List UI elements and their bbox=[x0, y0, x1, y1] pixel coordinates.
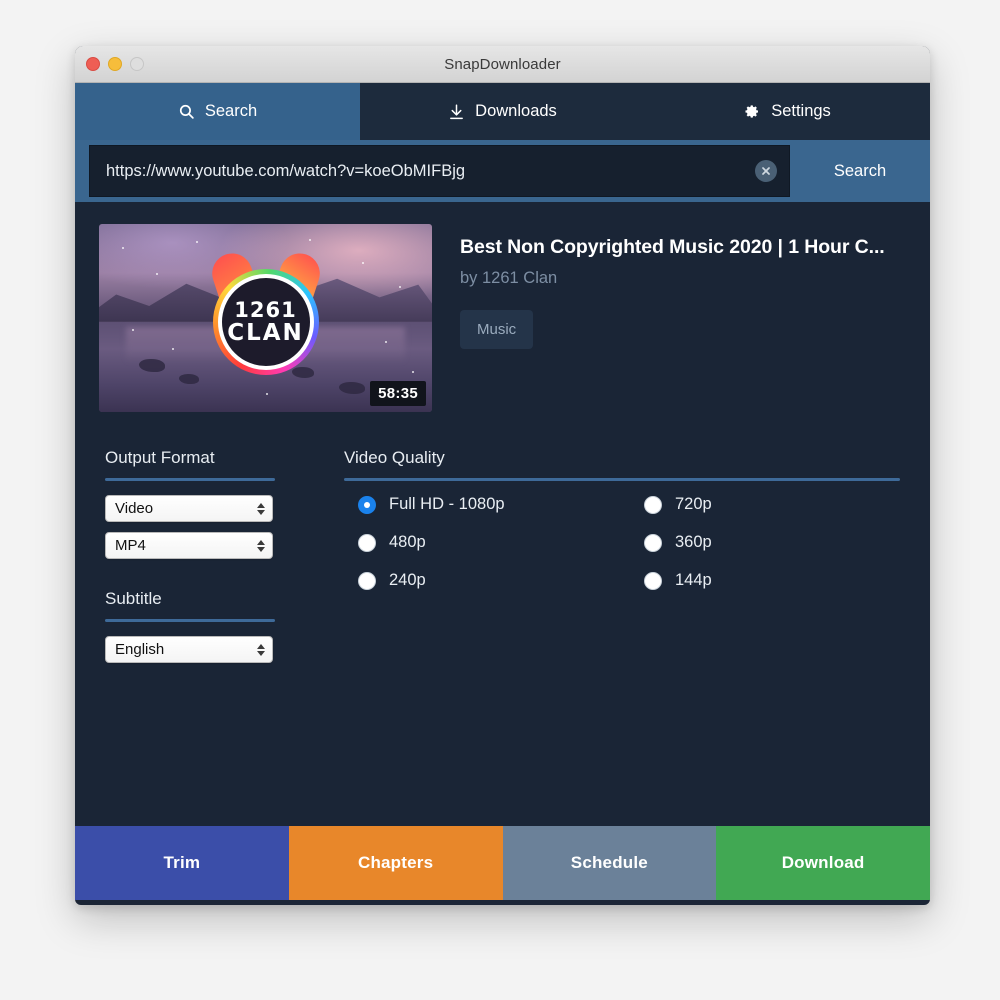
video-author: by 1261 Clan bbox=[460, 269, 558, 287]
title-bar: SnapDownloader bbox=[75, 46, 930, 83]
search-button[interactable]: Search bbox=[790, 140, 930, 202]
thumbnail-star bbox=[265, 393, 268, 396]
video-duration-badge: 58:35 bbox=[370, 381, 426, 406]
quality-label: Full HD - 1080p bbox=[389, 495, 505, 513]
radio-icon[interactable] bbox=[358, 533, 376, 552]
quality-label: 360p bbox=[675, 533, 712, 551]
video-quality-label: Video Quality bbox=[344, 448, 445, 467]
thumbnail-star bbox=[412, 370, 415, 373]
quality-label: 480p bbox=[389, 533, 426, 551]
quality-label: 720p bbox=[675, 495, 712, 513]
thumbnail-star bbox=[195, 240, 198, 243]
channel-logo: 1261 CLAN bbox=[206, 248, 325, 376]
thumbnail-star bbox=[398, 286, 401, 289]
quality-option-1080p[interactable]: Full HD - 1080p bbox=[358, 495, 644, 514]
trim-button[interactable]: Trim bbox=[75, 826, 289, 900]
video-quality-column: Video Quality Full HD - 1080p 720p 480p … bbox=[307, 448, 906, 673]
radio-icon[interactable] bbox=[358, 571, 376, 590]
main-content: 1261 CLAN 58:35 Best Non Copyrighted Mus… bbox=[75, 202, 930, 826]
close-circle-icon bbox=[762, 167, 770, 175]
logo-line-1: 1261 bbox=[234, 297, 297, 322]
output-format-label: Output Format bbox=[105, 448, 215, 467]
video-category-tag[interactable]: Music bbox=[460, 310, 534, 349]
chapters-button[interactable]: Chapters bbox=[288, 826, 503, 900]
options-area: Output Format Video MP4 Subtitle English… bbox=[99, 448, 906, 673]
quality-option-480p[interactable]: 480p bbox=[358, 533, 644, 552]
quality-option-240p[interactable]: 240p bbox=[358, 571, 644, 590]
output-format-divider bbox=[105, 478, 275, 481]
thumbnail-rock bbox=[338, 381, 365, 394]
radio-icon[interactable] bbox=[644, 533, 662, 552]
logo-center: 1261 CLAN bbox=[217, 274, 314, 371]
output-container-select-wrap: MP4 bbox=[105, 532, 273, 559]
search-input[interactable] bbox=[90, 147, 789, 195]
video-thumbnail[interactable]: 1261 CLAN 58:35 bbox=[99, 224, 432, 412]
window-title: SnapDownloader bbox=[444, 55, 561, 73]
output-type-select-wrap: Video bbox=[105, 495, 273, 522]
close-button[interactable] bbox=[86, 57, 100, 71]
thumbnail-star bbox=[308, 239, 311, 242]
output-type-select[interactable]: Video bbox=[105, 495, 273, 522]
radio-icon[interactable] bbox=[358, 495, 376, 514]
video-quality-divider bbox=[344, 478, 900, 481]
subtitle-label: Subtitle bbox=[105, 589, 162, 608]
screen-root: SnapDownloader Search Downloads Settings… bbox=[0, 0, 1000, 1000]
thumbnail-star bbox=[155, 272, 158, 275]
minimize-button[interactable] bbox=[108, 57, 122, 71]
traffic-light-group bbox=[86, 46, 144, 82]
search-bar: Search bbox=[75, 140, 930, 202]
thumbnail-star bbox=[362, 261, 365, 264]
subtitle-divider bbox=[105, 619, 275, 622]
video-title: Best Non Copyrighted Music 2020 | 1 Hour… bbox=[460, 236, 885, 258]
radio-icon[interactable] bbox=[644, 495, 662, 514]
gear-icon bbox=[744, 103, 761, 120]
download-icon bbox=[448, 103, 465, 120]
video-result: 1261 CLAN 58:35 Best Non Copyrighted Mus… bbox=[99, 224, 906, 412]
schedule-button[interactable]: Schedule bbox=[502, 826, 717, 900]
radio-icon[interactable] bbox=[644, 571, 662, 590]
tab-downloads[interactable]: Downloads bbox=[360, 83, 645, 140]
video-info: Best Non Copyrighted Music 2020 | 1 Hour… bbox=[460, 224, 906, 412]
output-container-select[interactable]: MP4 bbox=[105, 532, 273, 559]
search-field bbox=[89, 145, 790, 197]
logo-line-2: CLAN bbox=[227, 319, 304, 346]
subtitle-select-wrap: English bbox=[105, 636, 273, 663]
action-bar: Trim Chapters Schedule Download bbox=[75, 826, 930, 900]
quality-label: 144p bbox=[675, 571, 712, 589]
video-tag-row: Music bbox=[460, 310, 906, 349]
quality-option-144p[interactable]: 144p bbox=[644, 571, 906, 590]
clear-search-button[interactable] bbox=[755, 160, 777, 182]
tab-downloads-label: Downloads bbox=[475, 102, 557, 120]
quality-label: 240p bbox=[389, 571, 426, 589]
search-icon bbox=[178, 103, 195, 120]
tab-search[interactable]: Search bbox=[75, 83, 360, 140]
tab-settings-label: Settings bbox=[771, 102, 831, 120]
tab-search-label: Search bbox=[204, 102, 258, 120]
app-window: SnapDownloader Search Downloads Settings… bbox=[75, 46, 930, 905]
quality-option-720p[interactable]: 720p bbox=[644, 495, 906, 514]
zoom-button[interactable] bbox=[130, 57, 144, 71]
quality-option-360p[interactable]: 360p bbox=[644, 533, 906, 552]
download-button[interactable]: Download bbox=[716, 826, 930, 900]
tab-bar: Search Downloads Settings bbox=[75, 83, 930, 140]
tab-settings[interactable]: Settings bbox=[645, 83, 930, 140]
output-format-column: Output Format Video MP4 Subtitle English bbox=[99, 448, 307, 673]
video-quality-options: Full HD - 1080p 720p 480p 360p 240p 144p bbox=[358, 495, 906, 590]
subtitle-select[interactable]: English bbox=[105, 636, 273, 663]
